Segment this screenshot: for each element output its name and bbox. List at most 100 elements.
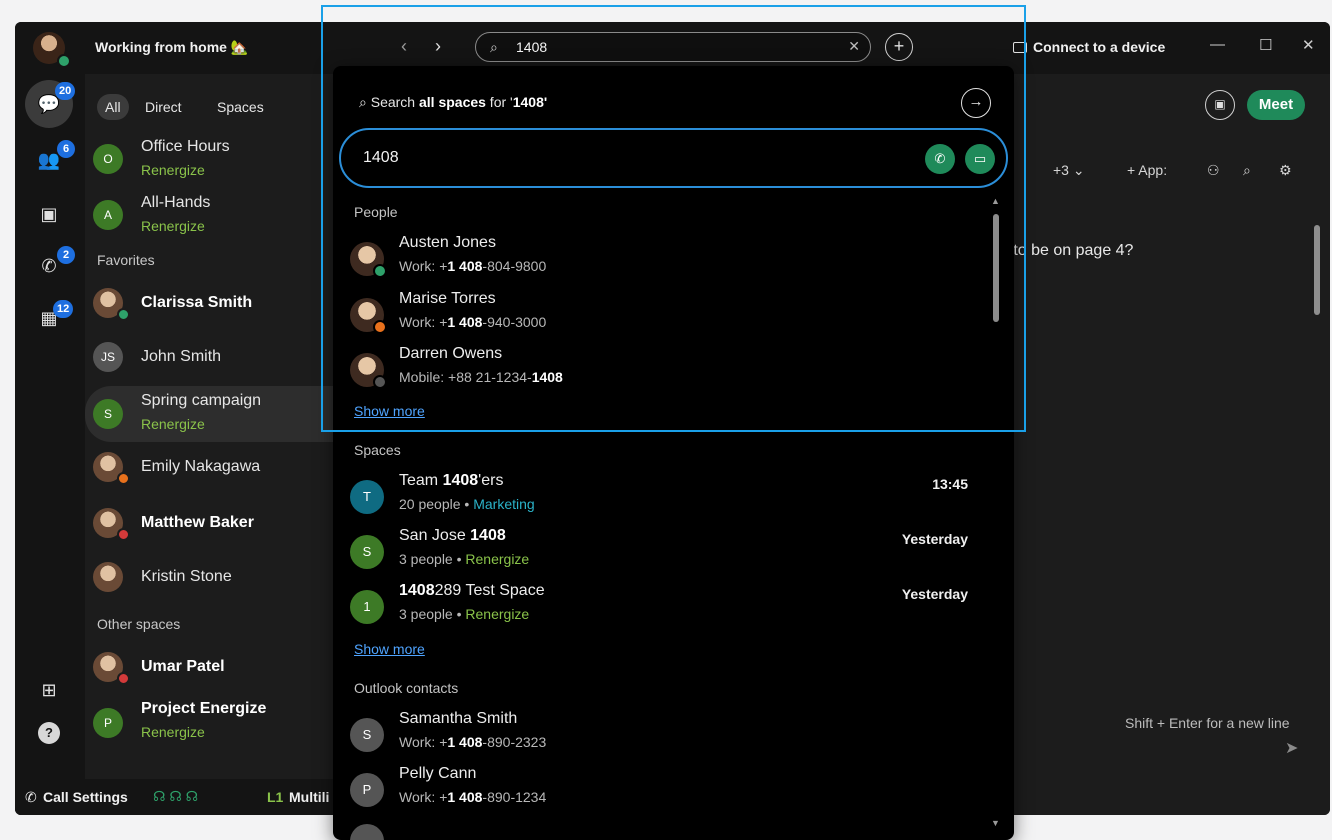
space-meta: 3 people • Renergize	[399, 606, 530, 622]
team-tag: Renergize	[465, 606, 530, 622]
space-name: 1408289 Test Space	[399, 582, 545, 600]
video-presence-icon	[373, 320, 387, 334]
space-team: Renergize	[141, 724, 205, 740]
list-item[interactable]: Umar Patel	[85, 652, 335, 692]
scroll-thumb[interactable]	[1314, 225, 1320, 315]
person-result[interactable]: Darren Owens Mobile: +88 21-1234-1408	[333, 345, 983, 395]
connect-device-button[interactable]: Connect to a device	[1013, 39, 1165, 55]
minimize-button[interactable]: —	[1210, 36, 1225, 53]
scroll-thumb[interactable]	[993, 214, 999, 322]
audio-call-button[interactable]: ✆	[925, 144, 955, 174]
space-team: Renergize	[141, 416, 205, 432]
clear-icon[interactable]: ✕	[848, 38, 860, 55]
person-name: Marise Torres	[399, 290, 496, 307]
list-item[interactable]: A All-Hands Renergize	[85, 194, 335, 246]
space-avatar: 1	[350, 590, 384, 624]
meet-button[interactable]: Meet	[1247, 90, 1305, 120]
people-heading: People	[354, 204, 398, 220]
people-settings-icon[interactable]: ⚇	[1207, 162, 1220, 179]
search-space-icon[interactable]: ⌕	[1243, 162, 1251, 179]
filter-direct[interactable]: Direct	[137, 94, 190, 120]
person-result[interactable]: Austen Jones Work: +1 408-804-9800	[333, 234, 983, 284]
space-title: Emily Nakagawa	[141, 458, 261, 475]
search-term: 1408	[512, 94, 544, 110]
search-all-spaces[interactable]: ⌕ Search all spaces for '1408'	[359, 94, 547, 111]
call-settings-label[interactable]: Call Settings	[43, 789, 128, 805]
list-item[interactable]: JS John Smith	[85, 342, 335, 382]
name-pre: San Jose	[399, 527, 471, 544]
num-match: 1 408	[447, 314, 483, 330]
results-scrollbar[interactable]: ▲ ▼	[989, 194, 1003, 834]
line-label[interactable]: Multili	[289, 789, 329, 805]
list-item[interactable]: Emily Nakagawa	[85, 452, 335, 492]
space-result[interactable]: 1 1408289 Test Space 3 people • Renergiz…	[333, 582, 983, 632]
apps-label: App:	[1138, 162, 1168, 178]
name-post: 'ers	[478, 472, 504, 489]
num-pre: Work: +	[399, 258, 448, 274]
line-indicator: L1	[267, 789, 284, 805]
num-post: -890-1234	[482, 789, 547, 805]
search-box[interactable]: ⌕ ✕	[475, 32, 871, 62]
show-more-spaces-link[interactable]: Show more	[354, 641, 425, 657]
person-number: Mobile: +88 21-1234-1408	[399, 369, 563, 385]
contact-result[interactable]: P Pelly Cann Work: +1 408-890-1234	[333, 765, 983, 815]
presence-icon	[117, 308, 130, 321]
search-input[interactable]	[516, 37, 836, 57]
plus-count: +3	[1053, 162, 1069, 178]
status-message[interactable]: Working from home 🏡	[95, 39, 248, 56]
maximize-button[interactable]: ☐	[1259, 36, 1272, 54]
contacts-icon[interactable]: ▣	[31, 196, 67, 232]
more-people[interactable]: +3 ⌄	[1053, 162, 1085, 179]
list-item[interactable]: O Office Hours Renergize	[85, 138, 335, 190]
list-item[interactable]: Clarissa Smith	[85, 288, 335, 328]
filter-spaces[interactable]: Spaces	[209, 94, 272, 120]
nav-rail: 💬 20 👥 6 ▣ ✆ 2 ▦ 12 ⊞ ?	[15, 74, 85, 815]
away-clock-icon	[373, 375, 387, 389]
avatar	[93, 562, 123, 592]
dial-row[interactable]: 1408 ✆ ▭	[339, 128, 1008, 188]
filter-all[interactable]: All	[97, 94, 129, 120]
add-apps-icon[interactable]: ⊞	[31, 672, 67, 708]
space-result[interactable]: T Team 1408'ers 20 people • Marketing 13…	[333, 472, 983, 522]
space-title: Umar Patel	[141, 658, 225, 675]
show-more-people-link[interactable]: Show more	[354, 403, 425, 419]
contact-result[interactable]: S Samantha Smith Work: +1 408-890-2323	[333, 710, 983, 760]
messaging-badge: 20	[55, 82, 76, 100]
list-item[interactable]: P Project Energize Renergize	[85, 700, 335, 752]
contact-name: Samantha Smith	[399, 710, 518, 727]
list-item[interactable]: Kristin Stone	[85, 562, 335, 602]
team-tag: Marketing	[473, 496, 535, 512]
list-item[interactable]: Matthew Baker	[85, 508, 335, 548]
schedule-icon[interactable]: ▣	[1205, 90, 1235, 120]
person-result[interactable]: Marise Torres Work: +1 408-940-3000	[333, 290, 983, 340]
call-settings-icon[interactable]: ✆	[25, 789, 37, 806]
back-arrow-icon[interactable]: ‹	[401, 36, 407, 57]
scroll-up-icon[interactable]: ▲	[991, 196, 1000, 206]
gear-icon[interactable]: ⚙	[1279, 162, 1292, 179]
forward-arrow-icon[interactable]: ›	[435, 36, 441, 57]
go-arrow-icon[interactable]: →	[961, 88, 991, 118]
outlook-heading: Outlook contacts	[354, 680, 459, 696]
space-result[interactable]: S San Jose 1408 3 people • Renergize Yes…	[333, 527, 983, 577]
presenting-icon	[117, 672, 130, 685]
new-space-button[interactable]: +	[885, 33, 913, 61]
space-team: Renergize	[141, 162, 205, 178]
apps-button[interactable]: + App:	[1127, 162, 1167, 178]
space-avatar: A	[93, 200, 123, 230]
scroll-down-icon[interactable]: ▼	[991, 818, 1000, 828]
space-avatar: P	[93, 708, 123, 738]
people-count: 3 people	[399, 606, 453, 622]
close-window-button[interactable]: ✕	[1302, 36, 1315, 54]
send-icon[interactable]: ➤	[1285, 738, 1298, 758]
search-results-dropdown: ⌕ Search all spaces for '1408' → 1408 ✆ …	[333, 66, 1014, 840]
person-number: Work: +1 408-804-9800	[399, 258, 546, 274]
headset-icon[interactable]: ☊ ☊ ☊	[153, 788, 198, 805]
contact-number: Work: +1 408-890-2323	[399, 734, 546, 750]
help-icon[interactable]: ?	[38, 722, 60, 744]
num-pre: Mobile: +88 21-1234-	[399, 369, 532, 385]
video-call-button[interactable]: ▭	[965, 144, 995, 174]
name-post: 289 Test Space	[434, 582, 545, 599]
list-item-selected[interactable]: S Spring campaign Renergize	[85, 386, 335, 442]
presence-icon	[373, 264, 387, 278]
chat-scrollbar[interactable]	[1313, 207, 1321, 687]
